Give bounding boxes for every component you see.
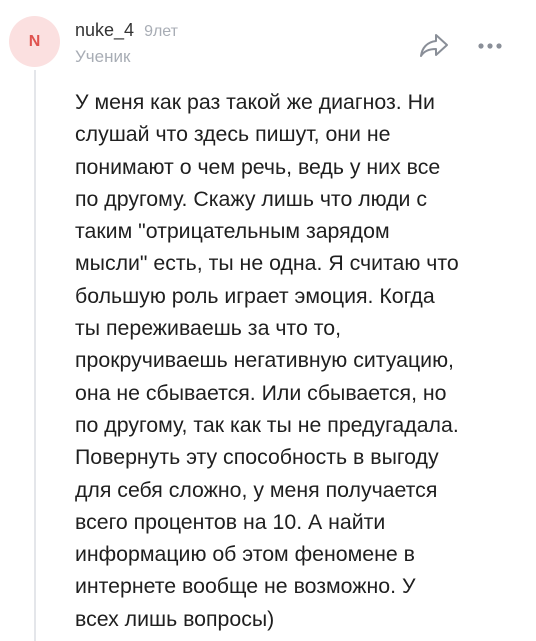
share-arrow-icon [420,34,448,57]
more-options-button[interactable] [474,36,506,56]
thread-line [34,70,36,641]
more-dots-icon [478,43,502,49]
avatar-letter: N [28,32,41,50]
author-row: nuke_4 9лет [75,20,178,41]
comment-text: У меня как раз такой же диагноз. Ни слуш… [75,90,459,631]
comment-time-ago: 9лет [144,23,178,40]
avatar[interactable]: N [9,16,60,67]
share-button[interactable] [416,30,452,62]
author-rank: Ученик [75,47,131,66]
author-username[interactable]: nuke_4 [75,20,134,41]
